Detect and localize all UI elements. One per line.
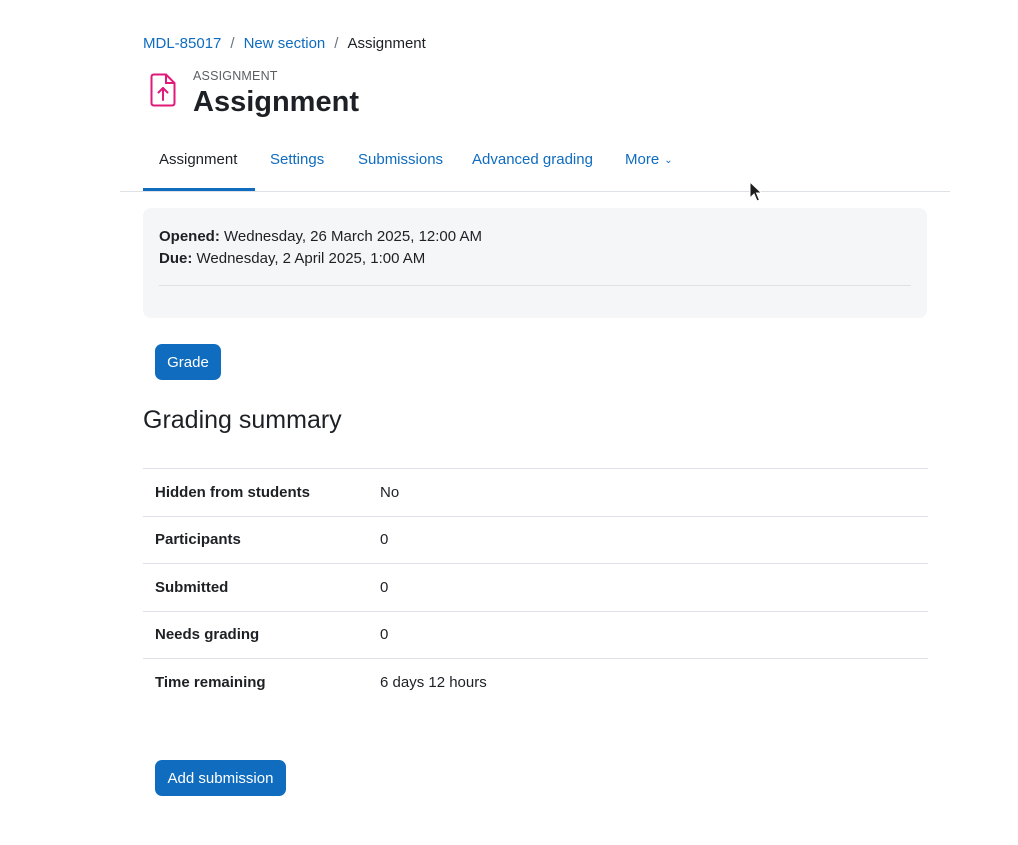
row-value: No [380,483,400,501]
row-label: Submitted [155,578,229,596]
mouse-cursor-icon [749,180,763,203]
tab-advanced-grading[interactable]: Advanced grading [456,139,609,191]
page-title: Assignment [193,86,359,118]
due-value: Wednesday, 2 April 2025, 1:00 AM [196,250,426,267]
breadcrumb-separator: / [334,35,339,52]
grading-summary-heading: Grading summary [143,406,342,434]
tab-assignment[interactable]: Assignment [143,139,255,191]
row-value: 0 [380,626,389,644]
breadcrumb: MDL-85017 / New section / Assignment [143,34,426,54]
breadcrumb-course-link[interactable]: MDL-85017 [143,34,221,54]
tab-submissions[interactable]: Submissions [342,139,459,191]
activity-dates: Opened: Wednesday, 26 March 2025, 12:00 … [143,208,927,318]
row-value: 0 [380,578,389,596]
add-submission-button[interactable]: Add submission [155,760,286,796]
row-value: 0 [380,531,389,549]
row-label: Hidden from students [155,483,311,501]
grading-summary-table: Hidden from students No Participants 0 S… [143,468,928,706]
assignment-upload-icon [146,72,180,108]
tab-label: Advanced grading [472,151,593,168]
tab-label: Assignment [159,151,238,168]
row-value: 6 days 12 hours [380,674,487,691]
tab-label: Submissions [358,151,444,168]
table-row: Time remaining 6 days 12 hours [143,658,928,707]
breadcrumb-separator: / [230,35,235,52]
table-row: Hidden from students No [143,468,928,517]
tab-settings[interactable]: Settings [254,139,340,191]
grade-button[interactable]: Grade [155,344,221,380]
opened-date: Opened: Wednesday, 26 March 2025, 12:00 … [159,226,911,248]
activity-type-label: ASSIGNMENT [193,69,278,83]
tab-more[interactable]: More ⌄ [609,139,689,191]
assignment-page: MDL-85017 / New section / Assignment ASS… [0,0,1018,845]
page-header: ASSIGNMENT Assignment [193,68,359,120]
tab-label: Settings [270,151,325,168]
table-row: Submitted 0 [143,563,928,612]
divider [159,285,911,286]
breadcrumb-current: Assignment [347,35,426,52]
opened-value: Wednesday, 26 March 2025, 12:00 AM [224,228,482,245]
chevron-down-icon: ⌄ [664,155,673,166]
row-label: Needs grading [155,626,260,644]
opened-label: Opened: [159,228,220,245]
table-row: Needs grading 0 [143,611,928,659]
secondary-navigation: Assignment Settings Submissions Advanced… [120,139,950,192]
table-row: Participants 0 [143,516,928,564]
row-label: Time remaining [155,674,266,691]
row-label: Participants [155,531,241,549]
breadcrumb-section-link[interactable]: New section [244,34,326,54]
due-label: Due: [159,250,193,267]
tab-label: More [625,151,660,168]
due-date: Due: Wednesday, 2 April 2025, 1:00 AM [159,248,911,270]
